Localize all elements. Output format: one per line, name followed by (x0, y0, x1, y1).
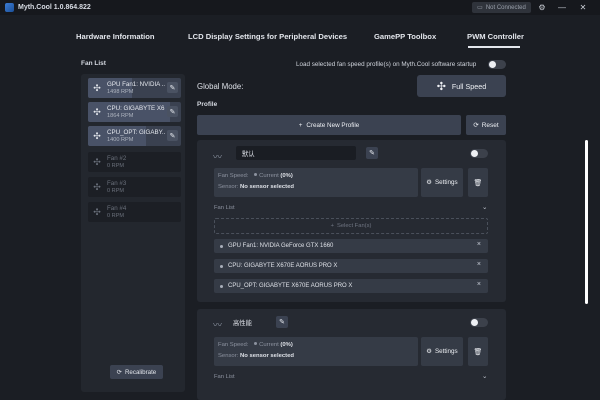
recalibrate-button[interactable]: ⟳ Recalibrate (110, 365, 163, 379)
refresh-icon: ⟳ (473, 122, 479, 129)
fan-icon: ✣ (93, 182, 101, 192)
current-value: (0%) (280, 342, 293, 348)
fan-speed-label: Fan Speed: (218, 342, 249, 348)
fan-list-item[interactable]: ✣ Fan #2 0 RPM (88, 152, 181, 172)
fan-name: GPU Fan1: NVIDIA ... (107, 81, 165, 88)
create-new-profile-button[interactable]: + Create New Profile (197, 115, 461, 135)
fan-list-item[interactable]: ✣ Fan #3 0 RPM (88, 177, 181, 197)
edit-icon[interactable]: ✎ (167, 106, 178, 117)
fan-list-title: Fan List (81, 60, 106, 67)
full-speed-button[interactable]: ✣ Full Speed (417, 75, 506, 97)
current-value: (0%) (280, 173, 293, 179)
current-label: Current (259, 342, 279, 348)
fan-icon: ✣ (93, 131, 101, 141)
monitor-icon: ▭ (477, 5, 483, 11)
fan-list-item[interactable]: ✣ Fan #4 0 RPM (88, 202, 181, 222)
fan-rpm: 1498 RPM (107, 89, 134, 95)
close-icon[interactable]: ✕ (576, 1, 590, 14)
curve-icon: 〰 (213, 152, 223, 162)
fan-speed-label: Fan Speed: (218, 173, 249, 179)
delete-profile-button[interactable]: 🗑 (468, 337, 488, 366)
profile-fan-list-label: Fan List (214, 374, 235, 380)
edit-icon[interactable]: ✎ (167, 82, 178, 93)
tab-lcd-display-settings[interactable]: LCD Display Settings for Peripheral Devi… (188, 32, 347, 41)
minimize-icon[interactable]: — (555, 1, 569, 14)
fan-icon: ✣ (93, 83, 101, 93)
chevron-down-icon[interactable]: ⌄ (482, 372, 487, 380)
fan-name: Fan #2 (107, 155, 127, 162)
remove-icon[interactable]: × (477, 261, 481, 268)
edit-icon[interactable]: ✎ (167, 130, 178, 141)
edit-icon[interactable]: ✎ (366, 147, 378, 159)
assigned-fan-item: CPU: GIGABYTE X670E AORUS PRO X × (214, 259, 488, 273)
trash-icon: 🗑 (473, 179, 483, 187)
tab-pwm-controller[interactable]: PWM Controller (467, 32, 524, 41)
fan-icon: ✣ (93, 207, 101, 217)
fan-speed-info: Fan Speed: Current (0%) Sensor: No senso… (214, 337, 418, 366)
startup-load-toggle[interactable] (488, 60, 506, 69)
edit-icon[interactable]: ✎ (276, 316, 288, 328)
fan-name: Fan #4 (107, 205, 127, 212)
connection-status-badge: ▭ Not Connected (472, 2, 531, 13)
fan-icon: ✣ (93, 107, 101, 117)
reset-button[interactable]: ⟳ Reset (466, 115, 506, 135)
fan-name: CPU: GIGABYTE X6... (107, 105, 165, 112)
delete-profile-button[interactable]: 🗑 (468, 168, 488, 197)
global-mode-label: Global Mode: (197, 82, 244, 91)
profile-enable-toggle[interactable] (470, 318, 488, 327)
fan-name: CPU_OPT: GIGABY... (107, 129, 165, 136)
fan-list-item[interactable]: ✣ CPU_OPT: GIGABY... 1400 RPM ✎ (88, 126, 181, 146)
profile-section-title: Profile (197, 101, 218, 108)
select-fans-button[interactable]: + Select Fan(s) (214, 218, 488, 234)
startup-load-label: Load selected fan speed profile(s) on My… (296, 61, 477, 68)
profile-name-field[interactable]: 默认 (236, 146, 356, 160)
chevron-down-icon[interactable]: ⌄ (482, 203, 487, 211)
scrollbar-thumb[interactable] (585, 140, 588, 304)
remove-icon[interactable]: × (477, 241, 481, 248)
fan-icon: ✣ (436, 80, 446, 93)
fan-list-item[interactable]: ✣ CPU: GIGABYTE X6... 1864 RPM ✎ (88, 102, 181, 122)
curve-icon: 〰 (213, 320, 223, 330)
sensor-value: No sensor selected (239, 184, 294, 190)
profile-settings-button[interactable]: ⚙ Settings (421, 168, 463, 197)
gear-icon: ⚙ (426, 179, 432, 186)
remove-icon[interactable]: × (477, 281, 481, 288)
fan-speed-info: Fan Speed: Current (0%) Sensor: No senso… (214, 168, 418, 197)
assigned-fan-item: CPU_OPT: GIGABYTE X670E AORUS PRO X × (214, 279, 488, 293)
gear-icon[interactable]: ⚙ (535, 1, 549, 14)
profile-enable-toggle[interactable] (470, 149, 488, 158)
app-logo-icon (5, 3, 14, 12)
plus-icon: + (298, 121, 303, 129)
assigned-fan-item: GPU Fan1: NVIDIA GeForce GTX 1660 × (214, 239, 488, 253)
tab-hardware-information[interactable]: Hardware Information (76, 32, 154, 41)
fan-list-item[interactable]: ✣ GPU Fan1: NVIDIA ... 1498 RPM ✎ (88, 78, 181, 98)
app-title: Myth.Cool 1.0.864.822 (18, 4, 91, 11)
tab-gamepp-toolbox[interactable]: GamePP Toolbox (374, 32, 436, 41)
fan-name: Fan #3 (107, 180, 127, 187)
sensor-label: Sensor: (218, 353, 239, 359)
sensor-value: No sensor selected (239, 353, 294, 359)
fan-rpm: 0 RPM (107, 188, 125, 194)
profile-settings-button[interactable]: ⚙ Settings (421, 337, 463, 366)
fan-rpm: 1400 RPM (107, 137, 134, 143)
profile-fan-list-label: Fan List (214, 205, 235, 211)
fan-rpm: 1864 RPM (107, 113, 134, 119)
refresh-icon: ⟳ (116, 368, 122, 376)
current-label: Current (259, 173, 279, 179)
trash-icon: 🗑 (473, 348, 483, 356)
sensor-label: Sensor: (218, 184, 239, 190)
gear-icon: ⚙ (426, 348, 432, 355)
fan-rpm: 0 RPM (107, 163, 125, 169)
profile-name-field[interactable]: 高性能 (233, 315, 353, 329)
plus-icon: + (330, 223, 334, 229)
fan-icon: ✣ (93, 157, 101, 167)
active-tab-indicator (468, 46, 520, 48)
fan-rpm: 0 RPM (107, 213, 125, 219)
